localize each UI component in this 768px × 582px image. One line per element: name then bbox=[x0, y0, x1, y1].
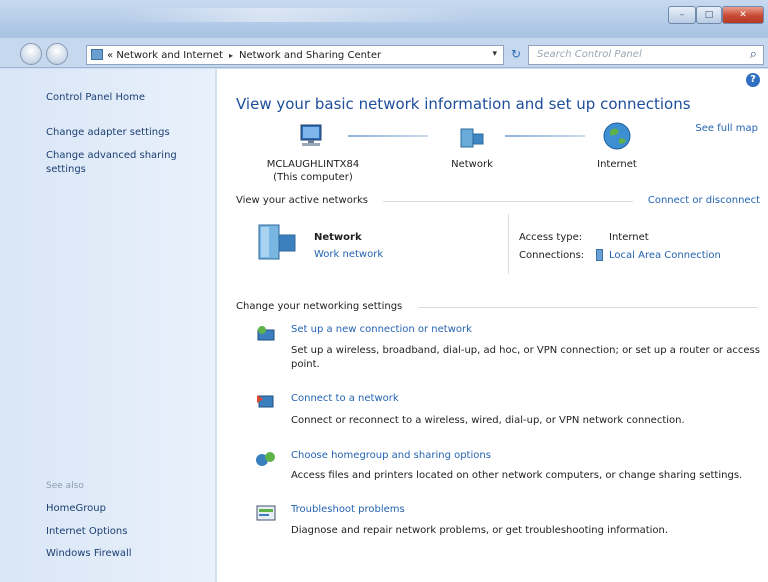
ethernet-icon bbox=[596, 249, 603, 261]
search-icon[interactable]: ⌕ bbox=[750, 47, 757, 62]
help-icon[interactable]: ? bbox=[746, 73, 760, 87]
connect-to-network-link[interactable]: Connect to a network bbox=[291, 393, 399, 404]
troubleshoot-description: Diagnose and repair network problems, or… bbox=[291, 525, 669, 536]
maximize-button[interactable]: □ bbox=[696, 6, 722, 24]
close-button[interactable]: ✕ bbox=[722, 6, 764, 24]
internet-options-link[interactable]: Internet Options bbox=[46, 525, 206, 539]
local-area-connection-link[interactable]: Local Area Connection bbox=[609, 250, 721, 261]
minimize-icon: – bbox=[679, 10, 685, 20]
homegroup-icon[interactable] bbox=[255, 449, 277, 469]
title-bar[interactable]: – □ ✕ bbox=[0, 0, 768, 38]
back-button[interactable] bbox=[20, 43, 42, 65]
troubleshoot-icon[interactable] bbox=[255, 503, 277, 523]
left-navigation-pane: Control Panel Home Change adapter settin… bbox=[0, 69, 216, 582]
vertical-divider bbox=[508, 214, 509, 274]
close-icon: ✕ bbox=[739, 10, 747, 20]
change-advanced-sharing-link[interactable]: Change advanced sharing settings bbox=[46, 149, 206, 177]
internet-label: Internet bbox=[597, 159, 637, 170]
window: – □ ✕ « Network and Internet ▸ Network and… bbox=[0, 0, 768, 582]
search-placeholder: Search Control Panel bbox=[537, 49, 642, 60]
address-bar[interactable]: « Network and Internet ▸ Network and Shari… bbox=[86, 45, 504, 65]
change-adapter-settings-link[interactable]: Change adapter settings bbox=[46, 126, 206, 140]
network-icon[interactable] bbox=[459, 126, 487, 150]
control-panel-icon bbox=[91, 49, 103, 60]
active-networks-heading: View your active networks bbox=[236, 195, 368, 206]
forward-button[interactable] bbox=[46, 43, 68, 65]
network-building-icon bbox=[258, 224, 296, 260]
homegroup-sharing-description: Access files and printers located on oth… bbox=[291, 470, 743, 481]
globe-icon[interactable] bbox=[602, 121, 632, 151]
search-input[interactable]: Search Control Panel ⌕ bbox=[528, 45, 764, 65]
setup-connection-link[interactable]: Set up a new connection or network bbox=[291, 324, 472, 335]
computer-name: MCLAUGHLINTX84 bbox=[266, 159, 360, 170]
map-link-line bbox=[505, 135, 585, 137]
control-panel-home-link[interactable]: Control Panel Home bbox=[46, 91, 206, 105]
computer-icon[interactable] bbox=[296, 124, 326, 148]
troubleshoot-link[interactable]: Troubleshoot problems bbox=[291, 504, 405, 515]
network-type-link[interactable]: Work network bbox=[314, 249, 383, 260]
network-name: Network bbox=[314, 232, 362, 243]
main-content: ? View your basic network information an… bbox=[217, 69, 768, 582]
connections-label: Connections: bbox=[519, 250, 585, 261]
breadcrumb-separator-icon[interactable]: ▸ bbox=[229, 51, 233, 60]
computer-sub: (This computer) bbox=[273, 172, 353, 183]
see-also-label: See also bbox=[46, 481, 84, 491]
page-title: View your basic network information and … bbox=[236, 95, 691, 113]
divider bbox=[418, 307, 758, 308]
access-type-label: Access type: bbox=[519, 232, 583, 243]
breadcrumb-network-and-internet[interactable]: Network and Internet bbox=[116, 50, 223, 61]
setup-connection-description: Set up a wireless, broadband, dial-up, a… bbox=[291, 345, 760, 370]
see-full-map-link[interactable]: See full map bbox=[695, 123, 758, 134]
minimize-button[interactable]: – bbox=[668, 6, 696, 24]
computer-label: MCLAUGHLINTX84 (This computer) bbox=[253, 158, 373, 184]
maximize-icon: □ bbox=[704, 10, 714, 20]
connect-network-icon[interactable] bbox=[255, 391, 277, 411]
network-label: Network bbox=[451, 159, 493, 170]
change-settings-heading: Change your networking settings bbox=[236, 301, 403, 312]
navigation-bar: « Network and Internet ▸ Network and Shari… bbox=[0, 38, 768, 68]
connect-or-disconnect-link[interactable]: Connect or disconnect bbox=[648, 195, 760, 206]
map-link-line bbox=[348, 135, 428, 137]
windows-firewall-link[interactable]: Windows Firewall bbox=[46, 547, 206, 561]
homegroup-sharing-link[interactable]: Choose homegroup and sharing options bbox=[291, 450, 491, 461]
access-type-value: Internet bbox=[609, 232, 649, 243]
divider bbox=[383, 201, 633, 202]
breadcrumb-network-and-sharing-center[interactable]: Network and Sharing Center bbox=[239, 50, 381, 61]
title-bar-glow bbox=[120, 8, 480, 22]
refresh-button[interactable]: ↻ bbox=[506, 45, 526, 65]
homegroup-link[interactable]: HomeGroup bbox=[46, 502, 206, 516]
new-connection-icon[interactable] bbox=[255, 324, 277, 344]
connect-to-network-description: Connect or reconnect to a wireless, wire… bbox=[291, 415, 685, 426]
chevron-down-icon[interactable]: ▾ bbox=[492, 49, 497, 59]
breadcrumb-overflow[interactable]: « bbox=[107, 50, 113, 61]
breadcrumb: « Network and Internet ▸ Network and Shari… bbox=[91, 49, 381, 61]
